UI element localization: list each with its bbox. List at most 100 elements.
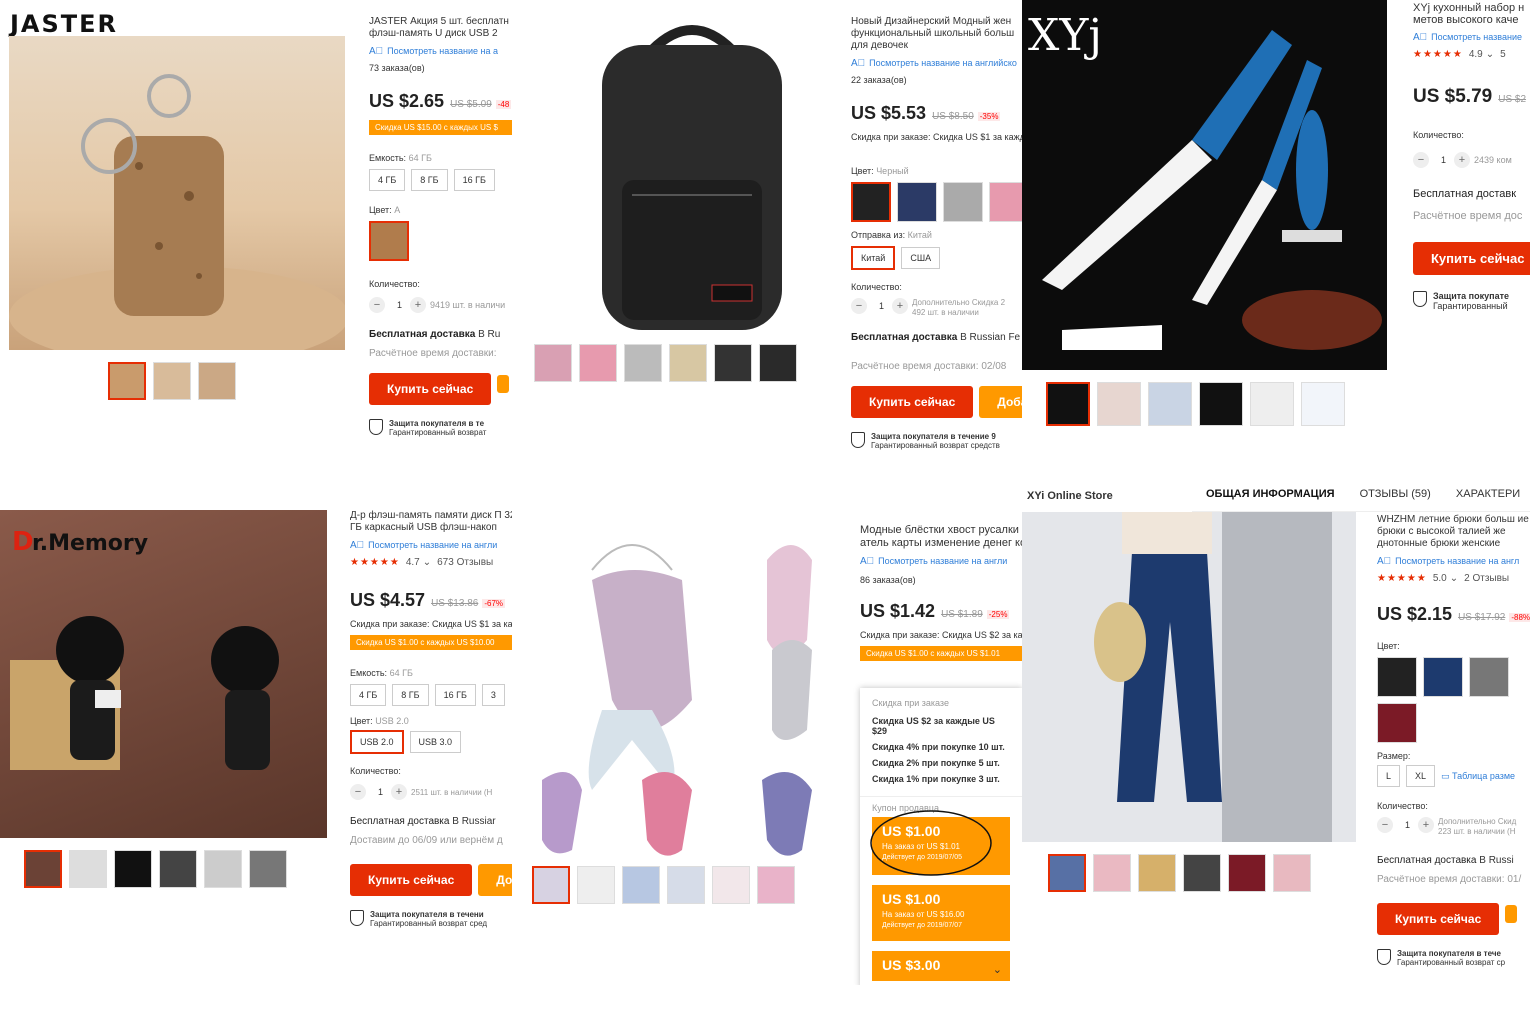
thumbnail[interactable]: [249, 850, 287, 888]
add-to-cart-button[interactable]: До: [478, 864, 512, 896]
thumbnail[interactable]: [1273, 854, 1311, 892]
main-product-image[interactable]: [552, 10, 832, 340]
thumbnail[interactable]: [1093, 854, 1131, 892]
color-swatch[interactable]: [1423, 657, 1463, 697]
main-product-image[interactable]: XYj: [1022, 0, 1387, 370]
minus-button[interactable]: −: [1377, 817, 1393, 833]
translate-link[interactable]: A⃝ Посмотреть название на англи: [860, 556, 1022, 567]
size-option[interactable]: XL: [1406, 765, 1436, 787]
color-swatch[interactable]: [1469, 657, 1509, 697]
main-product-image[interactable]: [9, 36, 349, 366]
translate-link[interactable]: A⃝ Посмотреть название на англ: [1377, 556, 1530, 567]
quantity-stepper[interactable]: − 1 +2511 шт. в наличии (Н: [350, 784, 512, 800]
thumbnail[interactable]: [757, 866, 795, 904]
plus-button[interactable]: +: [410, 297, 427, 313]
thumbnail[interactable]: [1046, 382, 1090, 426]
thumbnail[interactable]: [622, 866, 660, 904]
thumbnail[interactable]: [534, 344, 572, 382]
translate-link[interactable]: A⃝ Посмотреть название: [1413, 32, 1530, 43]
thumbnail[interactable]: [1183, 854, 1221, 892]
thumbnail[interactable]: [1250, 382, 1294, 426]
thumbnail[interactable]: [1301, 382, 1345, 426]
thumbnail[interactable]: [114, 850, 152, 888]
quantity-stepper[interactable]: − 1 + Дополнительно Скид 223 шт. в наличии (…: [1377, 817, 1530, 837]
size-option[interactable]: L: [1377, 765, 1401, 787]
coupon-card[interactable]: US $3.00 ⌄: [872, 951, 1010, 981]
thumbnail[interactable]: [1138, 854, 1176, 892]
thumbnail[interactable]: [759, 344, 797, 382]
plus-button[interactable]: +: [391, 784, 408, 800]
add-to-cart-button[interactable]: [1505, 905, 1518, 923]
capacity-option[interactable]: 4 ГБ: [350, 684, 387, 706]
quantity-stepper[interactable]: − 1 +2439 ком: [1413, 152, 1530, 168]
tab-general-info[interactable]: ОБЩАЯ ИНФОРМАЦИЯ: [1206, 488, 1335, 500]
translate-link[interactable]: A⃝ Посмотреть название на английско: [851, 58, 1022, 69]
buy-now-button[interactable]: Купить сейчас: [851, 386, 974, 418]
minus-button[interactable]: −: [369, 297, 385, 313]
thumbnail[interactable]: [159, 850, 197, 888]
capacity-option[interactable]: 8 ГБ: [392, 684, 429, 706]
coupon-card[interactable]: US $1.00 На заказ от US $16.00 Действует…: [872, 885, 1010, 941]
minus-button[interactable]: −: [851, 298, 867, 314]
thumbnail[interactable]: [1048, 854, 1086, 892]
chevron-down-icon[interactable]: ⌄: [993, 963, 1002, 976]
plus-button[interactable]: +: [892, 298, 909, 314]
coupon-card[interactable]: US $1.00 На заказ от US $1.01 Действует …: [870, 810, 1010, 876]
color-swatch[interactable]: [989, 182, 1022, 222]
ship-from-option[interactable]: Китай: [851, 246, 896, 270]
quantity-stepper[interactable]: − 1 +9419 шт. в наличи: [369, 297, 512, 313]
thumbnail[interactable]: [669, 344, 707, 382]
thumbnail[interactable]: [204, 850, 242, 888]
thumbnail[interactable]: [108, 362, 146, 400]
thumbnail[interactable]: [1228, 854, 1266, 892]
thumbnail[interactable]: [532, 866, 570, 904]
translate-link[interactable]: A⃝ Посмотреть название на англи: [350, 540, 512, 551]
quantity-label: Количество:: [350, 766, 401, 776]
buy-now-button[interactable]: Купить сейчас: [1413, 242, 1530, 275]
tab-characteristics[interactable]: ХАРАКТЕРИ: [1456, 488, 1520, 500]
color-option[interactable]: USB 3.0: [409, 731, 462, 753]
minus-button[interactable]: −: [350, 784, 366, 800]
thumbnail[interactable]: [667, 866, 705, 904]
thumbnail[interactable]: [24, 850, 62, 888]
thumbnail[interactable]: [69, 850, 107, 888]
capacity-option[interactable]: 16 ГБ: [434, 684, 476, 706]
translate-link[interactable]: A⃝ Посмотреть название на а: [369, 46, 512, 57]
capacity-option[interactable]: 8 ГБ: [411, 169, 448, 191]
color-swatch[interactable]: [1377, 703, 1417, 743]
plus-button[interactable]: +: [1418, 817, 1435, 833]
color-option[interactable]: USB 2.0: [350, 730, 404, 754]
size-table-link[interactable]: ▭ Таблица разме: [1441, 771, 1515, 781]
plus-button[interactable]: +: [1454, 152, 1471, 168]
capacity-option[interactable]: 4 ГБ: [369, 169, 406, 191]
main-product-image[interactable]: D r.Memory: [0, 510, 327, 838]
buy-now-button[interactable]: Купить сейчас: [369, 373, 492, 405]
thumbnail[interactable]: [153, 362, 191, 400]
buy-now-button[interactable]: Купить сейчас: [350, 864, 473, 896]
color-swatch[interactable]: [1377, 657, 1417, 697]
capacity-option[interactable]: 16 ГБ: [453, 169, 495, 191]
main-product-image[interactable]: [1022, 512, 1356, 842]
thumbnail[interactable]: [198, 362, 236, 400]
thumbnail[interactable]: [1097, 382, 1141, 426]
capacity-option[interactable]: 3: [481, 684, 505, 706]
thumbnail[interactable]: [579, 344, 617, 382]
ship-from-option[interactable]: США: [901, 247, 941, 269]
thumbnail[interactable]: [714, 344, 752, 382]
tab-reviews[interactable]: ОТЗЫВЫ (59): [1360, 488, 1431, 500]
color-swatch[interactable]: [851, 182, 891, 222]
color-swatch[interactable]: [943, 182, 983, 222]
thumbnail[interactable]: [577, 866, 615, 904]
quantity-stepper[interactable]: − 1 + Дополнительно Скидка 2 492 шт. в налич…: [851, 298, 1022, 318]
thumbnail[interactable]: [1148, 382, 1192, 426]
minus-button[interactable]: −: [1413, 152, 1429, 168]
color-swatch[interactable]: [897, 182, 937, 222]
thumbnail[interactable]: [712, 866, 750, 904]
thumbnail[interactable]: [624, 344, 662, 382]
add-to-cart-button[interactable]: [497, 375, 510, 393]
buy-now-button[interactable]: Купить сейчас: [1377, 903, 1500, 935]
color-swatch[interactable]: [369, 221, 409, 261]
add-to-cart-button[interactable]: Доба: [979, 386, 1022, 418]
thumbnail[interactable]: [1199, 382, 1243, 426]
main-product-image[interactable]: [522, 520, 822, 860]
